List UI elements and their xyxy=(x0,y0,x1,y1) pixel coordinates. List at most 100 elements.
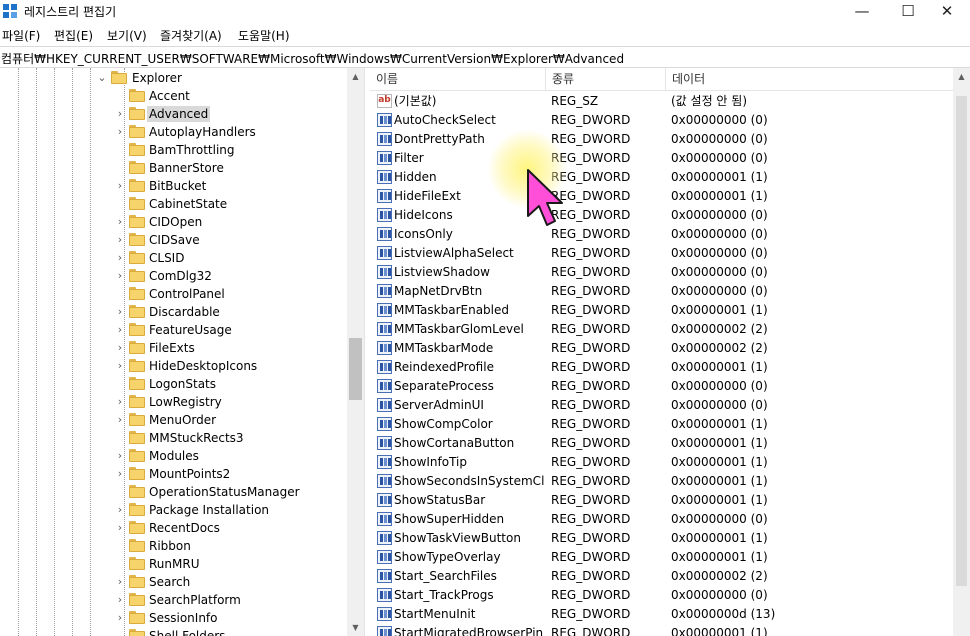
tree-node[interactable]: › SearchPlatform xyxy=(0,591,346,609)
chevron-right-icon[interactable]: › xyxy=(115,465,125,483)
value-row[interactable]: HideIcons REG_DWORD 0x00000000 (0) xyxy=(370,206,953,225)
tree-node[interactable]: › HideDesktopIcons xyxy=(0,357,346,375)
menu-view[interactable]: 보기(V) xyxy=(107,27,147,44)
tree-node[interactable]: › SessionInfo xyxy=(0,609,346,627)
value-row[interactable]: ShowCompColor REG_DWORD 0x00000001 (1) xyxy=(370,415,953,434)
chevron-right-icon[interactable]: › xyxy=(115,519,125,537)
tree-node[interactable]: › LowRegistry xyxy=(0,393,346,411)
chevron-right-icon[interactable]: › xyxy=(115,105,125,123)
tree-node[interactable]: Accent xyxy=(0,87,346,105)
tree-node[interactable]: › RecentDocs xyxy=(0,519,346,537)
menu-help[interactable]: 도움말(H) xyxy=(238,27,290,44)
value-row[interactable]: HideFileExt REG_DWORD 0x00000001 (1) xyxy=(370,187,953,206)
tree-node[interactable]: › ComDlg32 xyxy=(0,267,346,285)
chevron-right-icon[interactable]: › xyxy=(115,357,125,375)
value-row[interactable]: AutoCheckSelect REG_DWORD 0x00000000 (0) xyxy=(370,111,953,130)
column-header-type[interactable]: 종류 xyxy=(546,68,666,90)
value-row[interactable]: MMTaskbarMode REG_DWORD 0x00000002 (2) xyxy=(370,339,953,358)
value-row[interactable]: Start_SearchFiles REG_DWORD 0x00000002 (2) xyxy=(370,567,953,586)
tree-node[interactable]: › Modules xyxy=(0,447,346,465)
value-row[interactable]: ShowCortanaButton REG_DWORD 0x00000001 (1) xyxy=(370,434,953,453)
tree-node[interactable]: MMStuckRects3 xyxy=(0,429,346,447)
key-tree-pane[interactable]: ⌄ Explorer Accent › Advanced › AutoplayHandler… xyxy=(0,68,364,636)
value-row[interactable]: ShowTypeOverlay REG_DWORD 0x00000001 (1) xyxy=(370,548,953,567)
value-row[interactable]: Start_TrackProgs REG_DWORD 0x00000000 (0) xyxy=(370,586,953,605)
values-list-pane[interactable]: 이름 종류 데이터 ab (기본값) REG_SZ (값 설정 안 됨) AutoChe… xyxy=(370,68,953,636)
value-row[interactable]: ServerAdminUI REG_DWORD 0x00000000 (0) xyxy=(370,396,953,415)
chevron-right-icon[interactable]: › xyxy=(115,447,125,465)
chevron-right-icon[interactable]: › xyxy=(115,573,125,591)
chevron-right-icon[interactable]: › xyxy=(115,249,125,267)
column-header-data[interactable]: 데이터 xyxy=(666,68,953,90)
value-row[interactable]: Hidden REG_DWORD 0x00000001 (1) xyxy=(370,168,953,187)
list-scroll-thumb[interactable] xyxy=(956,96,967,586)
tree-node[interactable]: › BitBucket xyxy=(0,177,346,195)
tree-node[interactable]: › Package Installation xyxy=(0,501,346,519)
value-row[interactable]: SeparateProcess REG_DWORD 0x00000000 (0) xyxy=(370,377,953,396)
list-scrollbar[interactable]: ▲ xyxy=(953,68,970,636)
tree-node[interactable]: Shell Folders xyxy=(0,627,346,636)
tree-scroll-thumb[interactable] xyxy=(349,338,362,400)
list-scroll-up-icon[interactable]: ▲ xyxy=(953,68,970,85)
value-row[interactable]: ShowSuperHidden REG_DWORD 0x00000000 (0) xyxy=(370,510,953,529)
tree-node[interactable]: LogonStats xyxy=(0,375,346,393)
tree-node[interactable]: BannerStore xyxy=(0,159,346,177)
tree-node[interactable]: › Search xyxy=(0,573,346,591)
value-row[interactable]: Filter REG_DWORD 0x00000000 (0) xyxy=(370,149,953,168)
address-bar[interactable]: 컴퓨터₩HKEY_CURRENT_USER₩SOFTWARE₩Microsoft… xyxy=(0,46,970,68)
menu-favorites[interactable]: 즐겨찾기(A) xyxy=(160,27,222,44)
chevron-right-icon[interactable]: › xyxy=(115,177,125,195)
value-row[interactable]: ListviewAlphaSelect REG_DWORD 0x00000000 (… xyxy=(370,244,953,263)
tree-node[interactable]: › CIDOpen xyxy=(0,213,346,231)
chevron-right-icon[interactable]: › xyxy=(115,231,125,249)
value-row[interactable]: ListviewShadow REG_DWORD 0x00000000 (0) xyxy=(370,263,953,282)
chevron-right-icon[interactable]: › xyxy=(115,267,125,285)
value-row[interactable]: MMTaskbarGlomLevel REG_DWORD 0x00000002 (2… xyxy=(370,320,953,339)
value-row[interactable]: ShowInfoTip REG_DWORD 0x00000001 (1) xyxy=(370,453,953,472)
chevron-right-icon[interactable]: › xyxy=(115,339,125,357)
tree-node[interactable]: › MountPoints2 xyxy=(0,465,346,483)
value-row[interactable]: ShowStatusBar REG_DWORD 0x00000001 (1) xyxy=(370,491,953,510)
chevron-right-icon[interactable]: › xyxy=(115,501,125,519)
tree-node[interactable]: › MenuOrder xyxy=(0,411,346,429)
tree-scroll-up-icon[interactable]: ▲ xyxy=(347,68,364,85)
value-row[interactable]: ShowSecondsInSystemCl... REG_DWORD 0x00000… xyxy=(370,472,953,491)
tree-node[interactable]: › Advanced xyxy=(0,105,346,123)
tree-node[interactable]: ControlPanel xyxy=(0,285,346,303)
value-row[interactable]: MMTaskbarEnabled REG_DWORD 0x00000001 (1) xyxy=(370,301,953,320)
address-path[interactable]: 컴퓨터₩HKEY_CURRENT_USER₩SOFTWARE₩Microsoft… xyxy=(1,50,624,67)
value-row[interactable]: MapNetDrvBtn REG_DWORD 0x00000000 (0) xyxy=(370,282,953,301)
tree-node[interactable]: › Discardable xyxy=(0,303,346,321)
chevron-down-icon[interactable]: ⌄ xyxy=(97,69,107,87)
chevron-right-icon[interactable]: › xyxy=(115,393,125,411)
chevron-right-icon[interactable]: › xyxy=(115,303,125,321)
tree-node[interactable]: BamThrottling xyxy=(0,141,346,159)
tree-node[interactable]: RunMRU xyxy=(0,555,346,573)
value-row[interactable]: ShowTaskViewButton REG_DWORD 0x00000001 (1… xyxy=(370,529,953,548)
value-row[interactable]: IconsOnly REG_DWORD 0x00000000 (0) xyxy=(370,225,953,244)
tree-scroll-down-icon[interactable]: ▼ xyxy=(347,619,364,636)
tree-node[interactable]: › CIDSave xyxy=(0,231,346,249)
chevron-right-icon[interactable]: › xyxy=(115,591,125,609)
chevron-right-icon[interactable]: › xyxy=(115,609,125,627)
tree-node-explorer[interactable]: ⌄ Explorer xyxy=(0,69,346,87)
tree-node[interactable]: Ribbon xyxy=(0,537,346,555)
tree-node[interactable]: › AutoplayHandlers xyxy=(0,123,346,141)
menu-edit[interactable]: 편집(E) xyxy=(54,27,93,44)
value-row[interactable]: DontPrettyPath REG_DWORD 0x00000000 (0) xyxy=(370,130,953,149)
chevron-right-icon[interactable]: › xyxy=(115,411,125,429)
chevron-right-icon[interactable]: › xyxy=(115,213,125,231)
tree-node[interactable]: OperationStatusManager xyxy=(0,483,346,501)
column-header-name[interactable]: 이름 xyxy=(370,68,546,90)
value-row[interactable]: ab (기본값) REG_SZ (값 설정 안 됨) xyxy=(370,92,953,111)
chevron-right-icon[interactable]: › xyxy=(115,123,125,141)
close-button[interactable]: ✕ xyxy=(924,0,970,23)
tree-scrollbar[interactable]: ▲ ▼ xyxy=(347,68,364,636)
tree-node[interactable]: CabinetState xyxy=(0,195,346,213)
menu-file[interactable]: 파일(F) xyxy=(2,27,40,44)
value-row[interactable]: StartMigratedBrowserPin REG_DWORD 0x000000… xyxy=(370,624,953,636)
value-row[interactable]: StartMenuInit REG_DWORD 0x0000000d (13) xyxy=(370,605,953,624)
tree-node[interactable]: › CLSID xyxy=(0,249,346,267)
tree-node[interactable]: › FeatureUsage xyxy=(0,321,346,339)
minimize-button[interactable]: — xyxy=(839,0,885,23)
